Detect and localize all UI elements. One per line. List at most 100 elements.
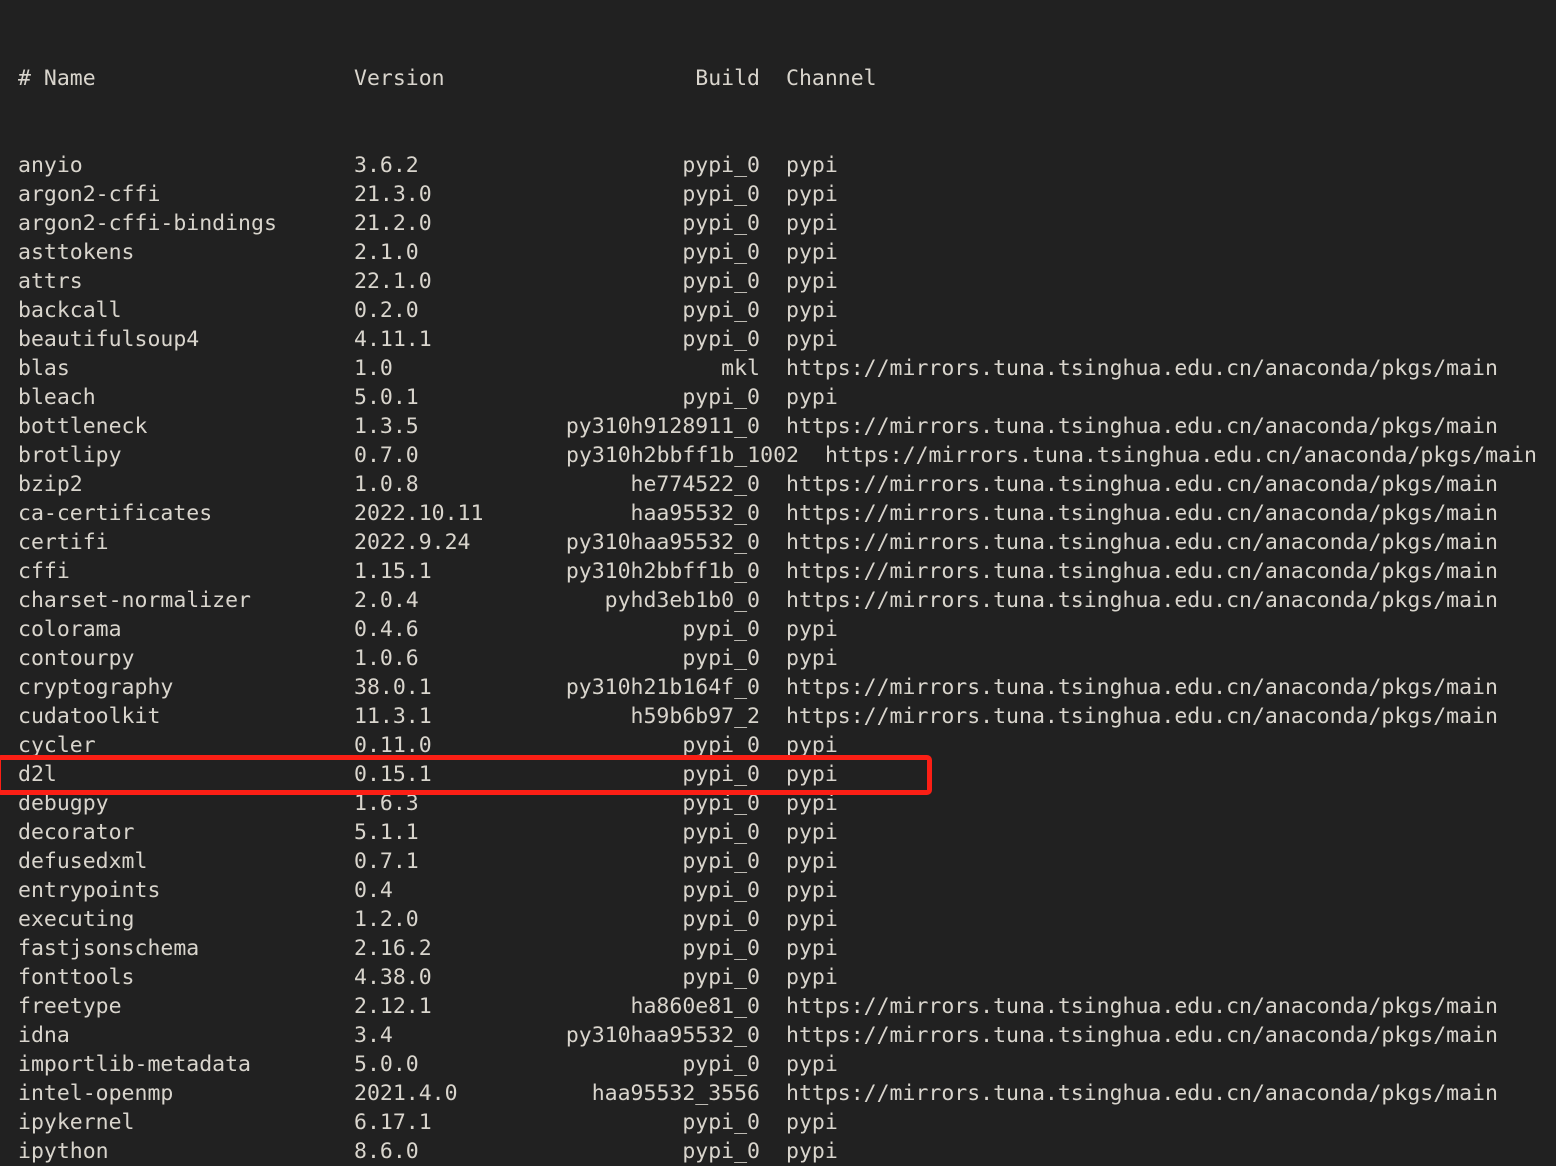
column-header-build: Build	[695, 66, 760, 91]
package-build: py310haa95532_0	[565, 1023, 760, 1048]
package-version: 2022.10.11	[354, 501, 484, 526]
package-name: idna	[18, 1023, 70, 1048]
package-channel: pypi	[786, 617, 838, 642]
package-build: pypi_0	[682, 646, 760, 671]
package-version: 2.16.2	[354, 936, 432, 961]
package-name: blas	[18, 356, 70, 381]
package-name: bleach	[18, 385, 96, 410]
package-name: bzip2	[18, 472, 83, 497]
package-channel: pypi	[786, 646, 838, 671]
package-name: contourpy	[18, 646, 135, 671]
table-row: ca-certificates 2022.10.11 haa95532_0 https…	[0, 499, 1537, 528]
package-build: pypi_0	[682, 733, 760, 758]
package-version: 5.0.1	[354, 385, 419, 410]
package-name: entrypoints	[18, 878, 161, 903]
table-row: contourpy 1.0.6 pypi_0 pypi	[0, 644, 1537, 673]
package-version: 6.17.1	[354, 1110, 432, 1135]
table-row: attrs 22.1.0 pypi_0 pypi	[0, 267, 1537, 296]
package-name: executing	[18, 907, 135, 932]
package-channel: https://mirrors.tuna.tsinghua.edu.cn/ana…	[786, 1081, 1498, 1106]
package-version: 11.3.1	[354, 704, 432, 729]
package-name: bottleneck	[18, 414, 148, 439]
table-row: fastjsonschema 2.16.2 pypi_0 pypi	[0, 934, 1537, 963]
package-channel: pypi	[786, 878, 838, 903]
table-row: cryptography 38.0.1 py310h21b164f_0 https:/…	[0, 673, 1537, 702]
package-version: 0.4	[354, 878, 393, 903]
package-name: attrs	[18, 269, 83, 294]
package-name: cudatoolkit	[18, 704, 161, 729]
package-version: 1.6.3	[354, 791, 419, 816]
package-version: 3.4	[354, 1023, 393, 1048]
table-row: argon2-cffi-bindings 21.2.0 pypi_0 pypi	[0, 209, 1537, 238]
package-name: intel-openmp	[18, 1081, 174, 1106]
package-channel: pypi	[786, 182, 838, 207]
package-channel: https://mirrors.tuna.tsinghua.edu.cn/ana…	[786, 1023, 1498, 1048]
package-channel: pypi	[786, 1052, 838, 1077]
package-version: 22.1.0	[354, 269, 432, 294]
package-build: pypi_0	[682, 182, 760, 207]
package-version: 5.0.0	[354, 1052, 419, 1077]
package-build: pypi_0	[682, 211, 760, 236]
column-header-channel: Channel	[786, 66, 877, 91]
table-row: d2l 0.15.1 pypi_0 pypi	[0, 760, 1537, 789]
package-version: 2022.9.24	[354, 530, 471, 555]
package-build: py310h9128911_0	[565, 414, 760, 439]
package-name: decorator	[18, 820, 135, 845]
package-build: pypi_0	[682, 791, 760, 816]
package-name: debugpy	[18, 791, 109, 816]
package-channel: pypi	[786, 240, 838, 265]
package-build: pypi_0	[682, 153, 760, 178]
package-name: anyio	[18, 153, 83, 178]
package-build: pypi_0	[682, 878, 760, 903]
table-row: fonttools 4.38.0 pypi_0 pypi	[0, 963, 1537, 992]
package-version: 2.0.4	[354, 588, 419, 613]
package-name: d2l	[18, 762, 57, 787]
package-build: pypi_0	[682, 269, 760, 294]
package-version: 1.3.5	[354, 414, 419, 439]
package-channel: https://mirrors.tuna.tsinghua.edu.cn/ana…	[786, 675, 1498, 700]
package-name: argon2-cffi	[18, 182, 161, 207]
package-version: 0.7.0	[354, 443, 419, 468]
package-version: 38.0.1	[354, 675, 432, 700]
table-row: defusedxml 0.7.1 pypi_0 pypi	[0, 847, 1537, 876]
package-name: certifi	[18, 530, 109, 555]
package-version: 0.4.6	[354, 617, 419, 642]
package-build: pypi_0	[682, 240, 760, 265]
terminal-window: # Name Version Build Channel anyio 3.6.2 pypi…	[0, 0, 1556, 1166]
package-name: ca-certificates	[18, 501, 213, 526]
package-build: pypi_0	[682, 327, 760, 352]
package-name: cryptography	[18, 675, 174, 700]
package-channel: pypi	[786, 849, 838, 874]
package-build: pypi_0	[682, 1139, 760, 1164]
column-header-version: Version	[354, 66, 445, 91]
package-version: 1.0.6	[354, 646, 419, 671]
package-name: cffi	[18, 559, 70, 584]
package-channel: pypi	[786, 1139, 838, 1164]
package-channel: pypi	[786, 762, 838, 787]
package-channel: https://mirrors.tuna.tsinghua.edu.cn/ana…	[786, 530, 1498, 555]
table-row: executing 1.2.0 pypi_0 pypi	[0, 905, 1537, 934]
package-name: fonttools	[18, 965, 135, 990]
table-row: asttokens 2.1.0 pypi_0 pypi	[0, 238, 1537, 267]
package-name: brotlipy	[18, 443, 122, 468]
package-channel: https://mirrors.tuna.tsinghua.edu.cn/ana…	[786, 559, 1498, 584]
table-row: bzip2 1.0.8 he774522_0 https://mirrors.tuna…	[0, 470, 1537, 499]
package-name: importlib-metadata	[18, 1052, 251, 1077]
table-row: cudatoolkit 11.3.1 h59b6b97_2 https://mirro…	[0, 702, 1537, 731]
package-version: 4.38.0	[354, 965, 432, 990]
package-channel: pypi	[786, 153, 838, 178]
package-build: py310haa95532_0	[565, 530, 760, 555]
package-name: ipython	[18, 1139, 109, 1164]
package-build: h59b6b97_2	[630, 704, 760, 729]
package-name: fastjsonschema	[18, 936, 200, 961]
package-build: py310h2bbff1b_1002	[566, 443, 799, 468]
package-version: 5.1.1	[354, 820, 419, 845]
package-build: pypi_0	[682, 1110, 760, 1135]
package-name: asttokens	[18, 240, 135, 265]
package-build: haa95532_0	[630, 501, 760, 526]
package-channel: https://mirrors.tuna.tsinghua.edu.cn/ana…	[786, 472, 1498, 497]
package-channel: pypi	[786, 733, 838, 758]
package-version: 2.12.1	[354, 994, 432, 1019]
table-row: debugpy 1.6.3 pypi_0 pypi	[0, 789, 1537, 818]
table-row: idna 3.4 py310haa95532_0 https://mirrors.tu…	[0, 1021, 1537, 1050]
